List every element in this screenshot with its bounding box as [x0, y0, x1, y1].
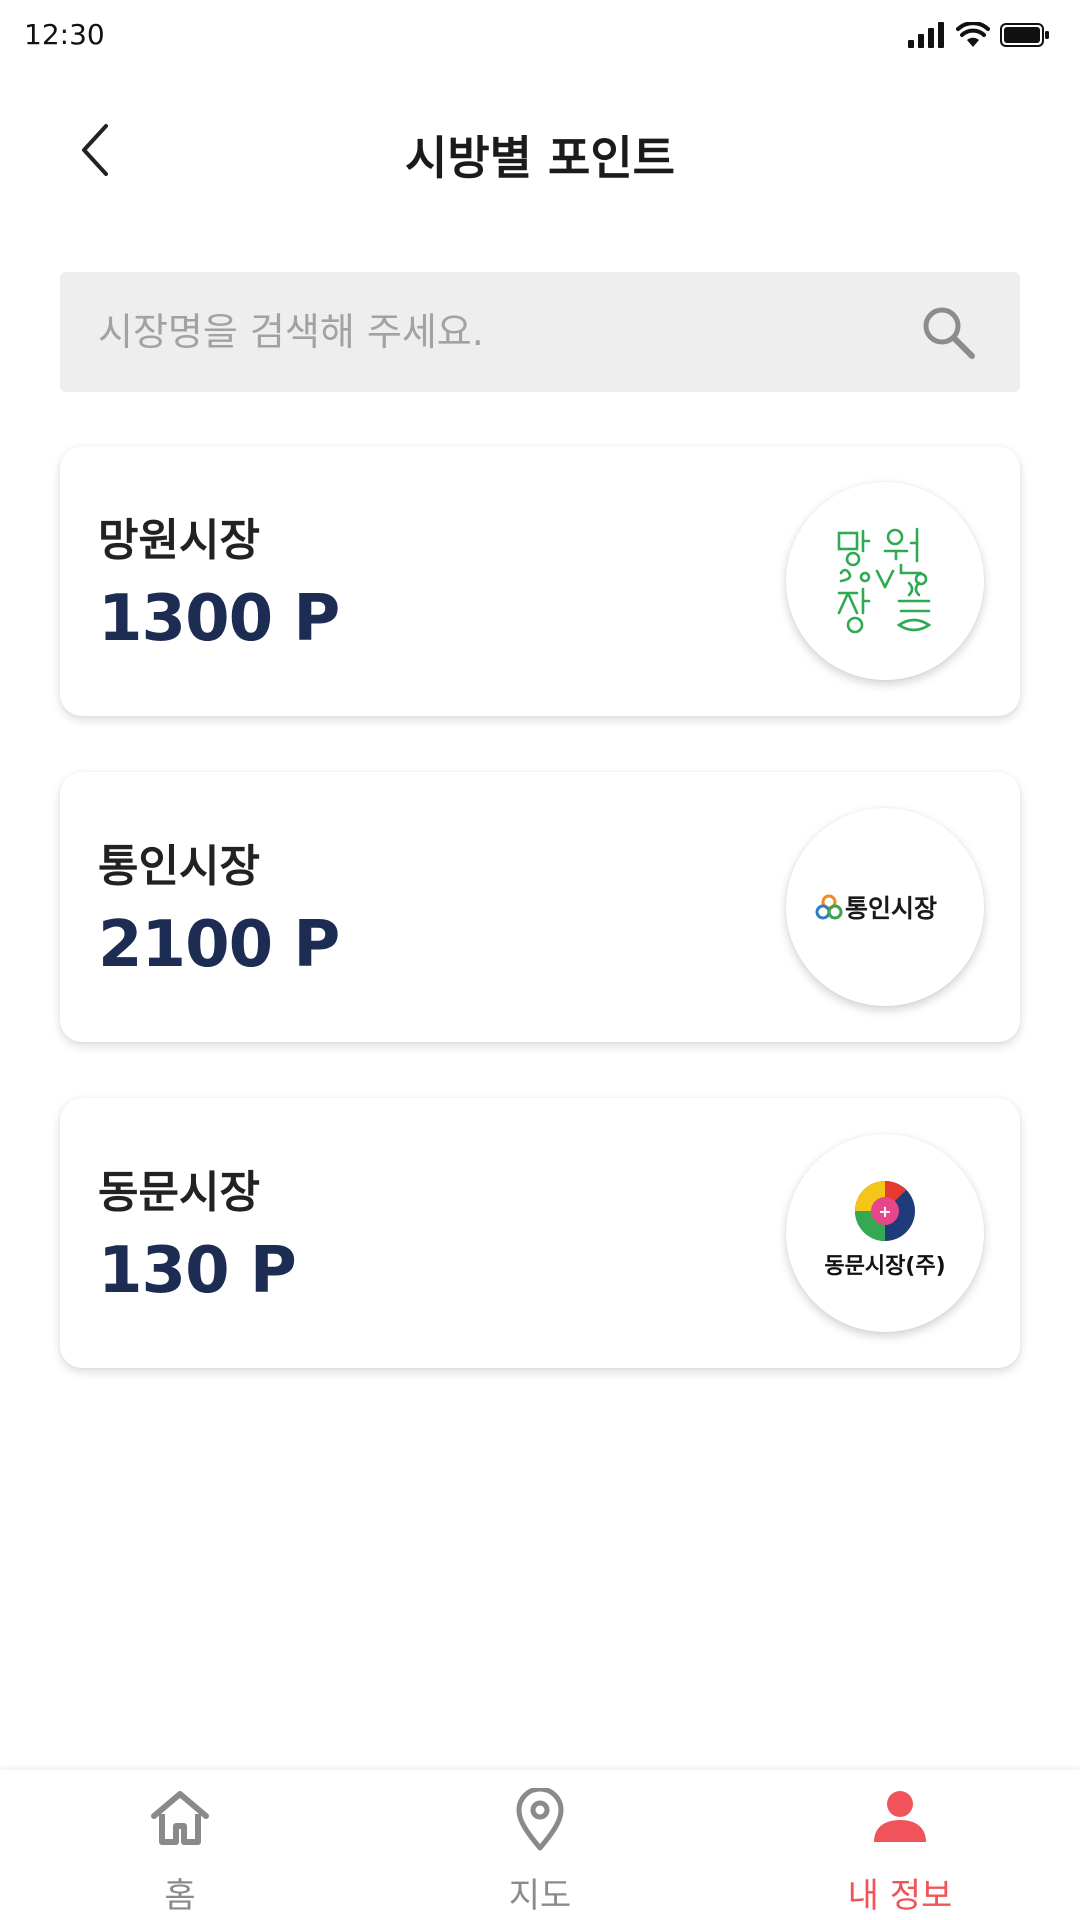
market-name: 통인시장	[98, 841, 260, 892]
search-bar	[60, 272, 1020, 392]
market-card-dongmun[interactable]: 동문시장 130 P + 동문시장(주)	[60, 1098, 1020, 1368]
battery-icon	[1000, 23, 1049, 47]
mangwon-market-logo	[786, 482, 984, 680]
tongin-market-logo: 통인시장	[786, 808, 984, 1006]
search-icon	[923, 307, 975, 359]
logo-text: 동문시장(주)	[824, 1254, 945, 1279]
status-time: 12:30	[24, 18, 105, 51]
header: 시방별 포인트	[0, 100, 1080, 200]
market-name: 망원시장	[98, 515, 260, 566]
market-points: 1300 P	[98, 582, 340, 656]
market-card-tongin[interactable]: 통인시장 2100 P 통인시장	[60, 772, 1020, 1042]
map-pin-icon	[516, 1788, 564, 1851]
status-bar: 12:30	[0, 0, 1080, 70]
nav-home[interactable]: 홈	[80, 1770, 280, 1920]
market-points-screen: 12:30 시방별 포인트 시장명을 검색해 주세요. 망원시장 1300 P …	[0, 0, 1080, 1920]
dongmun-market-logo: + 동문시장(주)	[786, 1134, 984, 1332]
market-points: 130 P	[98, 1234, 297, 1308]
home-icon	[151, 1791, 209, 1845]
market-card-mangwon[interactable]: 망원시장 1300 P	[60, 446, 1020, 716]
market-points: 2100 P	[98, 908, 340, 982]
nav-label: 홈	[164, 1876, 196, 1916]
svg-text:+: +	[878, 1202, 891, 1221]
search-input[interactable]	[98, 272, 898, 392]
person-icon	[874, 1791, 926, 1842]
wifi-icon	[956, 22, 990, 47]
bottom-nav: 홈 지도 내 정보	[0, 1770, 1080, 1920]
nav-map[interactable]: 지도	[440, 1770, 640, 1920]
nav-my-info[interactable]: 내 정보	[800, 1770, 1000, 1920]
page-title: 시방별 포인트	[405, 131, 675, 185]
cellular-signal-icon	[908, 22, 944, 48]
search-button[interactable]	[916, 300, 980, 364]
nav-label: 내 정보	[847, 1876, 953, 1916]
status-icons	[908, 22, 1050, 48]
logo-text: 통인시장	[845, 894, 937, 923]
nav-label: 지도	[508, 1876, 572, 1916]
market-name: 동문시장	[98, 1167, 260, 1218]
